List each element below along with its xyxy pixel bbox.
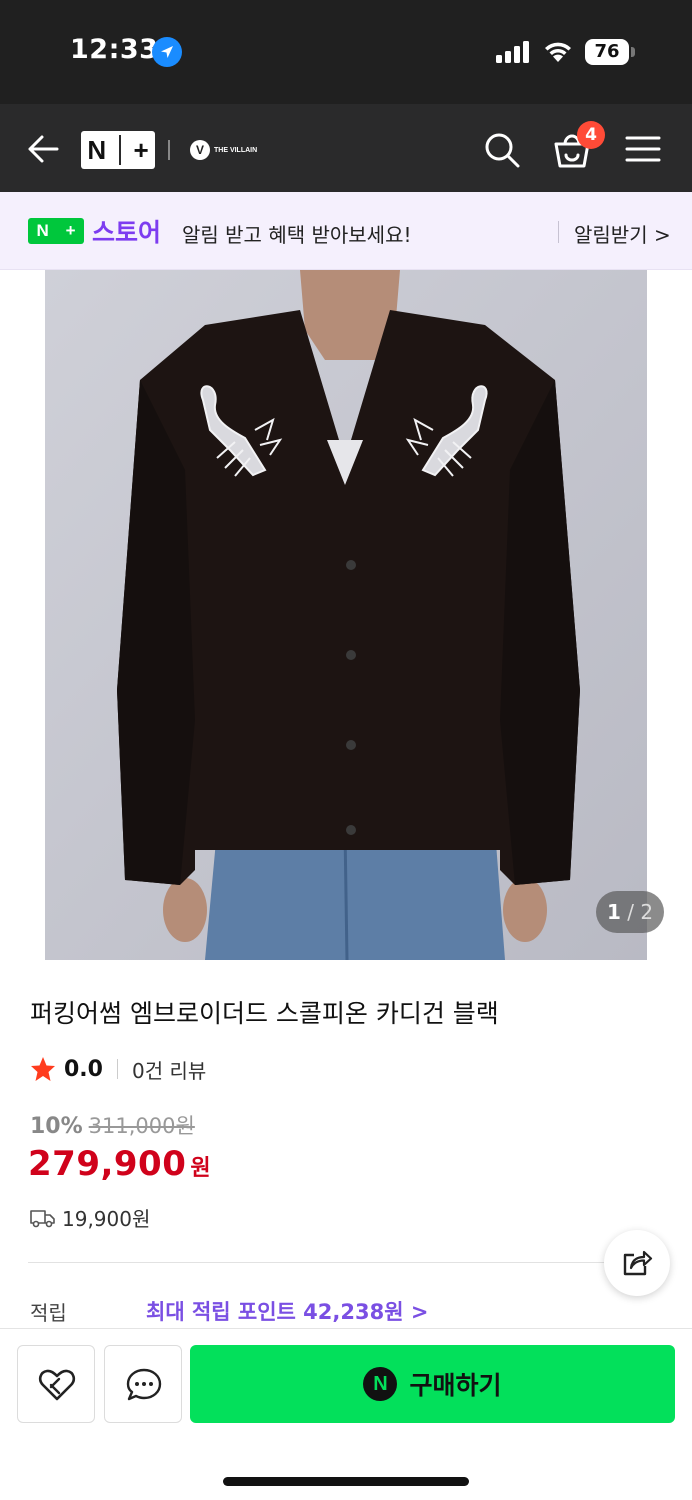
naver-pay-icon: N bbox=[363, 1367, 398, 1401]
battery-level: 76 bbox=[585, 39, 629, 65]
price-unit: 원 bbox=[190, 1156, 211, 1181]
buy-button[interactable]: N 구매하기 bbox=[190, 1345, 675, 1423]
store-logo: N + 스토어 bbox=[28, 217, 161, 247]
discount-rate: 10% bbox=[30, 1114, 83, 1139]
home-indicator bbox=[223, 1477, 469, 1486]
shipping-fee: 19,900원 bbox=[62, 1207, 151, 1231]
back-arrow-icon[interactable] bbox=[26, 132, 60, 166]
max-points-link[interactable]: 최대 적립 포인트 42,238원 > bbox=[146, 1296, 428, 1326]
naver-plus-logo[interactable]: N + bbox=[81, 131, 155, 169]
sale-price: 279,900 bbox=[28, 1144, 187, 1184]
hamburger-menu-icon[interactable] bbox=[625, 134, 661, 164]
status-time: 12:33 bbox=[70, 34, 159, 65]
search-icon[interactable] bbox=[482, 130, 522, 170]
section-divider bbox=[28, 1262, 664, 1263]
cart-count-badge: 4 bbox=[577, 121, 605, 149]
share-button[interactable] bbox=[604, 1230, 670, 1296]
store-alarm-banner: N + 스토어 알림 받고 혜택 받아보세요! 알림받기 > bbox=[0, 192, 692, 270]
rating-row: 0.0 0건 리뷰 bbox=[30, 1054, 206, 1084]
share-icon bbox=[623, 1250, 653, 1276]
location-arrow-icon bbox=[152, 37, 182, 67]
image-counter: 1 / 2 bbox=[596, 891, 664, 933]
chat-bubble-icon bbox=[126, 1368, 162, 1401]
battery-icon: 76 bbox=[585, 37, 635, 67]
status-bar: 12:33 76 bbox=[0, 0, 692, 104]
points-label: 적립 bbox=[30, 1301, 67, 1325]
delivery-truck-icon bbox=[30, 1209, 55, 1227]
shipping-row: 19,900원 bbox=[30, 1203, 150, 1232]
brand-logo[interactable]: V THE VILLAIN bbox=[190, 138, 257, 162]
review-count-link[interactable]: 0건 리뷰 bbox=[132, 1055, 206, 1084]
discount-row: 10% 311,000원 bbox=[30, 1110, 195, 1140]
buy-button-label: 구매하기 bbox=[409, 1371, 502, 1400]
store-name: 스토어 bbox=[92, 218, 162, 247]
nav-divider bbox=[168, 140, 170, 160]
heart-icon bbox=[38, 1369, 76, 1401]
wishlist-button[interactable] bbox=[17, 1345, 95, 1423]
original-price: 311,000원 bbox=[88, 1114, 195, 1138]
price-row: 279,900 원 bbox=[28, 1144, 211, 1184]
wifi-icon bbox=[545, 42, 571, 62]
product-image[interactable] bbox=[45, 270, 647, 960]
bottom-action-bar: N 구매하기 bbox=[0, 1328, 692, 1500]
store-banner-message: 알림 받고 혜택 받아보세요! bbox=[182, 223, 412, 247]
rating-score: 0.0 bbox=[64, 1056, 103, 1082]
cellular-signal-icon bbox=[496, 41, 529, 63]
alarm-subscribe-link[interactable]: 알림받기 > bbox=[574, 219, 671, 248]
banner-divider bbox=[558, 221, 559, 243]
talk-talk-button[interactable] bbox=[104, 1345, 182, 1423]
product-title: 퍼킹어썸 엠브로이더드 스콜피온 카디건 블랙 bbox=[30, 999, 499, 1028]
star-icon bbox=[31, 1057, 55, 1081]
